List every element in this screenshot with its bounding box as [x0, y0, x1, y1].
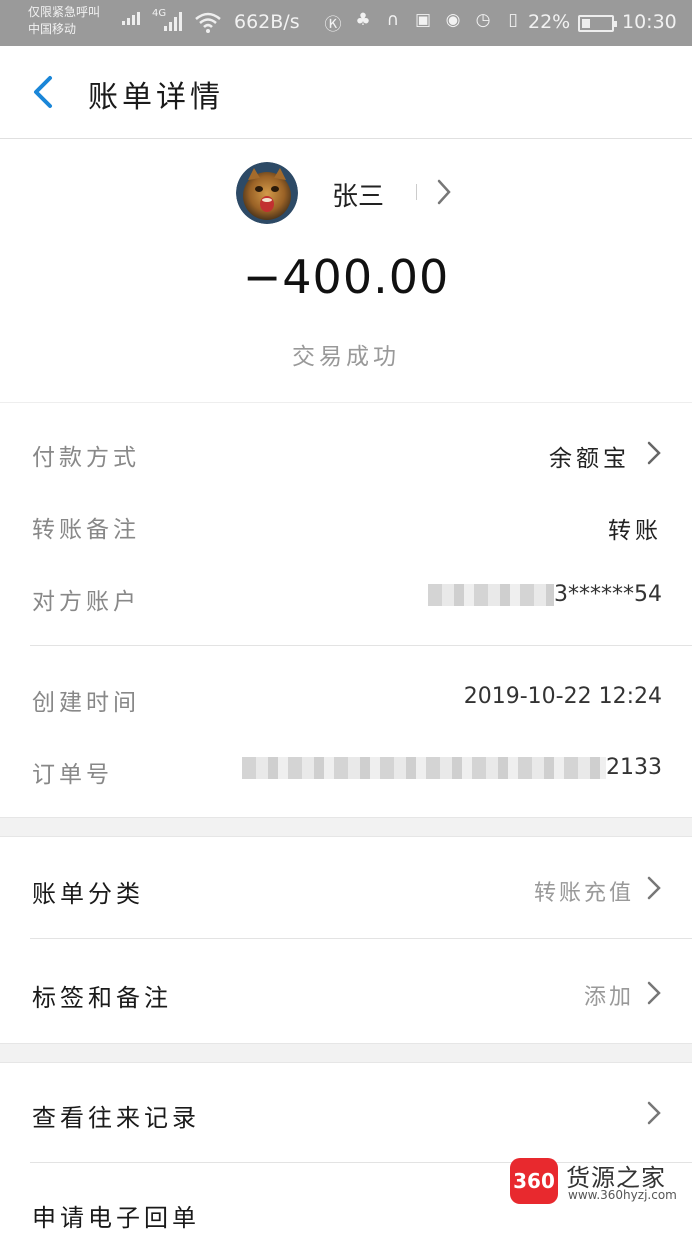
- menu-label: 标签和备注: [32, 984, 172, 1012]
- payee-link[interactable]: 张三: [236, 162, 466, 224]
- divider: [0, 402, 692, 403]
- detail-value: 2133: [606, 755, 662, 780]
- eye-icon: ◉: [445, 10, 461, 30]
- back-icon[interactable]: [26, 72, 66, 112]
- watermark-url: www.360hyzj.com: [568, 1188, 677, 1202]
- qq-icon: ♣: [355, 10, 371, 30]
- menu-value: 添加: [583, 985, 634, 1010]
- detail-value: 余额宝: [549, 446, 630, 472]
- detail-value: 3******54: [554, 582, 662, 607]
- carrier-info: 仅限紧急呼叫 中国移动: [28, 4, 100, 38]
- clock: 10:30: [622, 11, 677, 33]
- hd-icon: ▣: [414, 10, 432, 30]
- menu-label: 查看往来记录: [32, 1104, 200, 1132]
- section-gap: [0, 1043, 692, 1063]
- detail-value-row: 2133: [242, 755, 662, 780]
- menu-value: 转账充值: [533, 881, 634, 906]
- transaction-amount: −400.00: [242, 250, 450, 304]
- chevron-right-icon: [647, 876, 661, 900]
- network-speed: 662B/s: [234, 11, 300, 33]
- chevron-right-icon: [647, 1101, 661, 1125]
- alarm-icon: ◷: [475, 10, 491, 30]
- menu-label: 账单分类: [32, 880, 144, 908]
- detail-label: 付款方式: [32, 445, 140, 471]
- nav-bar: 账单详情: [0, 46, 692, 139]
- detail-value: 2019-10-22 12:24: [463, 684, 662, 709]
- transaction-status: 交易成功: [292, 344, 400, 370]
- detail-label: 转账备注: [32, 517, 140, 543]
- headphone-icon: ∩: [386, 10, 400, 30]
- chevron-right-icon: [437, 179, 451, 205]
- watermark: 360 货源之家 www.360hyzj.com: [510, 1158, 690, 1208]
- divider: [30, 645, 692, 646]
- status-bar: 仅限紧急呼叫 中国移动 4G 662B/s Ⓚ ♣ ∩ ▣ ◉ ◷ ▯ 22% …: [0, 0, 692, 46]
- status-icons: Ⓚ ♣ ∩ ▣ ◉ ◷ ▯: [322, 10, 524, 35]
- separator: [416, 184, 417, 200]
- payee-name: 张三: [332, 182, 385, 212]
- detail-value-row: 3******54: [428, 582, 662, 607]
- masked-text: [428, 584, 554, 606]
- page-title: 账单详情: [88, 80, 224, 115]
- wifi-icon: [195, 12, 221, 33]
- divider: [30, 938, 692, 939]
- signal-icon: [164, 12, 182, 31]
- signal-icon: [122, 12, 140, 25]
- detail-label: 对方账户: [32, 589, 140, 615]
- battery-icon: [578, 15, 617, 32]
- masked-text: [242, 757, 606, 779]
- detail-label: 订单号: [32, 762, 113, 788]
- chevron-right-icon: [647, 441, 661, 465]
- vibrate-icon: ▯: [508, 10, 518, 30]
- battery-percent: 22%: [528, 11, 571, 33]
- chevron-right-icon: [647, 981, 661, 1005]
- detail-value: 转账: [608, 518, 662, 544]
- carrier-line-2: 中国移动: [28, 22, 77, 36]
- detail-label: 创建时间: [32, 690, 140, 716]
- section-gap: [0, 817, 692, 837]
- avatar: [236, 162, 298, 224]
- menu-label: 申请电子回单: [32, 1204, 200, 1232]
- k-icon: Ⓚ: [324, 15, 342, 35]
- watermark-logo: 360: [510, 1158, 558, 1204]
- carrier-line-1: 仅限紧急呼叫: [28, 5, 101, 19]
